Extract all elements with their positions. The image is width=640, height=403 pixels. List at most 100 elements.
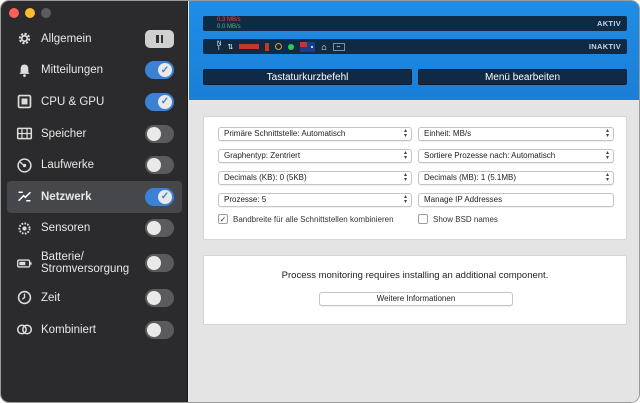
chevron-updown-icon: ▴ ▾ (605, 172, 609, 183)
settings-content: Primäre Schnittstelle: Automatisch ▴ ▾ Ei… (189, 100, 639, 402)
sidebar-item-allgemein[interactable]: Allgemein (1, 23, 188, 55)
preferences-window: Allgemein Mitteilungen ✓ CPU & GPU ✓ Spe… (0, 0, 640, 403)
battery-icon (15, 254, 33, 272)
download-speed: 0.0 MB/s (217, 23, 241, 30)
memory-mini-icon (239, 44, 260, 49)
chevron-updown-icon: ▴ ▾ (605, 128, 609, 139)
close-button[interactable] (9, 8, 19, 18)
window-controls (9, 8, 51, 18)
upload-speed: 0.3 MB/s (217, 17, 241, 23)
sidebar-item-label-wrap: Batterie/ Stromversorgung (41, 251, 129, 275)
cpu-gpu-toggle[interactable]: ✓ (145, 92, 174, 111)
network-mini-icon: NT (217, 40, 222, 52)
laufwerke-toggle[interactable] (145, 156, 174, 175)
graph-type-select[interactable]: Graphentyp: Zentriert ▴ ▾ (218, 149, 412, 163)
sidebar-item-label: CPU & GPU (41, 95, 105, 108)
clock-icon (15, 289, 33, 307)
combine-bandwidth-checkbox[interactable]: ✓ Bandbreite für alle Schnittstellen kom… (218, 214, 394, 224)
sidebar-item-cpu-gpu[interactable]: CPU & GPU ✓ (1, 86, 188, 118)
status-badge-inactive: INAKTIV (588, 42, 621, 51)
checkmark-icon: ✓ (218, 214, 228, 224)
bell-icon (15, 61, 33, 79)
sidebar-item-batterie[interactable]: Batterie/ Stromversorgung (1, 244, 188, 282)
zeit-toggle[interactable] (145, 288, 174, 307)
sensor-icon (15, 219, 33, 237)
sidebar-item-label-line2: Stromversorgung (41, 263, 130, 276)
process-monitoring-message: Process monitoring requires installing a… (281, 270, 549, 281)
sidebar-item-sensoren[interactable]: Sensoren (1, 213, 188, 245)
checkbox-box (418, 214, 428, 224)
decimals-kb-select[interactable]: Decimals (KB): 0 (5KB) ▴ ▾ (218, 171, 412, 185)
process-monitoring-panel: Process monitoring requires installing a… (203, 255, 627, 325)
chevron-updown-icon: ▴ ▾ (403, 128, 407, 139)
menubar-preview-area: 0.3 MB/s 0.0 MB/s AKTIV NT ⇅ ⌂ ⇔ INAKTIV (189, 1, 639, 100)
select-value: Primäre Schnittstelle: Automatisch (224, 129, 346, 138)
keyboard-shortcut-button[interactable]: Tastaturkurzbefehl (203, 69, 412, 85)
zoom-button[interactable] (41, 8, 51, 18)
status-badge-active: AKTIV (597, 19, 621, 28)
minimize-button[interactable] (25, 8, 35, 18)
speicher-toggle[interactable] (145, 124, 174, 143)
select-value: Einheit: MB/s (424, 129, 472, 138)
chevron-updown-icon: ▴ ▾ (403, 150, 407, 161)
sidebar-item-label: Sensoren (41, 222, 91, 235)
sidebar: Allgemein Mitteilungen ✓ CPU & GPU ✓ Spe… (1, 1, 188, 402)
gpu-mini-icon (275, 43, 283, 50)
disk-icon (15, 156, 33, 174)
menubar-preview-active[interactable]: 0.3 MB/s 0.0 MB/s AKTIV (203, 16, 627, 31)
sidebar-item-label: Kombiniert (41, 323, 96, 336)
arrows-mini-icon: ⇅ (227, 43, 234, 51)
sensor-mini-icon (265, 42, 270, 51)
sensoren-toggle[interactable] (145, 219, 174, 238)
chevron-updown-icon: ▴ ▾ (403, 172, 407, 183)
memory-icon (15, 125, 33, 143)
unit-select[interactable]: Einheit: MB/s ▴ ▾ (418, 127, 614, 141)
menubar-icons: NT ⇅ ⌂ ⇔ (217, 41, 345, 52)
sidebar-item-speicher[interactable]: Speicher (1, 118, 188, 150)
pause-button[interactable] (145, 29, 174, 48)
flag-icon (300, 41, 316, 52)
menubar-preview-inactive[interactable]: NT ⇅ ⌂ ⇔ INAKTIV (203, 39, 627, 54)
select-value: Graphentyp: Zentriert (224, 151, 301, 160)
sort-processes-select[interactable]: Sortiere Prozesse nach: Automatisch ▴ ▾ (418, 149, 614, 163)
primary-interface-select[interactable]: Primäre Schnittstelle: Automatisch ▴ ▾ (218, 127, 412, 141)
sidebar-item-label: Batterie/ (41, 251, 84, 264)
manage-ip-button[interactable]: Manage IP Addresses (418, 193, 614, 207)
checkbox-label: Bandbreite für alle Schnittstellen kombi… (233, 214, 394, 224)
netzwerk-toggle[interactable]: ✓ (145, 187, 174, 206)
batterie-toggle[interactable] (145, 254, 174, 273)
chevron-updown-icon: ▴ ▾ (403, 194, 407, 205)
sidebar-item-zeit[interactable]: Zeit (1, 282, 188, 314)
select-value: Decimals (MB): 1 (5.1MB) (424, 173, 517, 182)
select-value: Sortiere Prozesse nach: Automatisch (424, 151, 556, 160)
cpu-icon (15, 93, 33, 111)
network-speed-readout: 0.3 MB/s 0.0 MB/s (217, 17, 241, 30)
kombiniert-toggle[interactable] (145, 320, 174, 339)
network-icon (15, 188, 33, 206)
sidebar-item-laufwerke[interactable]: Laufwerke (1, 149, 188, 181)
status-mini-icon (288, 43, 295, 50)
sidebar-item-label: Allgemein (41, 32, 92, 45)
select-value: Decimals (KB): 0 (5KB) (224, 173, 307, 182)
sidebar-item-label: Mitteilungen (41, 64, 104, 77)
edit-menu-button[interactable]: Menü bearbeiten (418, 69, 627, 85)
combined-icon (15, 321, 33, 339)
select-value: Prozesse: 5 (224, 195, 267, 204)
expand-mini-icon: ⇔ (332, 42, 345, 51)
sidebar-item-netzwerk[interactable]: Netzwerk ✓ (7, 180, 182, 213)
sidebar-item-mitteilungen[interactable]: Mitteilungen ✓ (1, 55, 188, 87)
sidebar-item-label: Laufwerke (41, 159, 95, 172)
checkbox-label: Show BSD names (433, 214, 498, 224)
sidebar-item-kombiniert[interactable]: Kombiniert (1, 314, 188, 346)
show-bsd-checkbox[interactable]: Show BSD names (418, 214, 498, 224)
mitteilungen-toggle[interactable]: ✓ (145, 61, 174, 80)
gear-icon (15, 30, 33, 48)
sidebar-item-label: Zeit (41, 291, 61, 304)
processes-select[interactable]: Prozesse: 5 ▴ ▾ (218, 193, 412, 207)
chevron-updown-icon: ▴ ▾ (605, 150, 609, 161)
button-label: Manage IP Addresses (424, 195, 503, 204)
more-info-button[interactable]: Weitere Informationen (319, 292, 513, 306)
decimals-mb-select[interactable]: Decimals (MB): 1 (5.1MB) ▴ ▾ (418, 171, 614, 185)
sidebar-list: Allgemein Mitteilungen ✓ CPU & GPU ✓ Spe… (1, 23, 188, 345)
sidebar-item-label: Netzwerk (41, 190, 92, 203)
